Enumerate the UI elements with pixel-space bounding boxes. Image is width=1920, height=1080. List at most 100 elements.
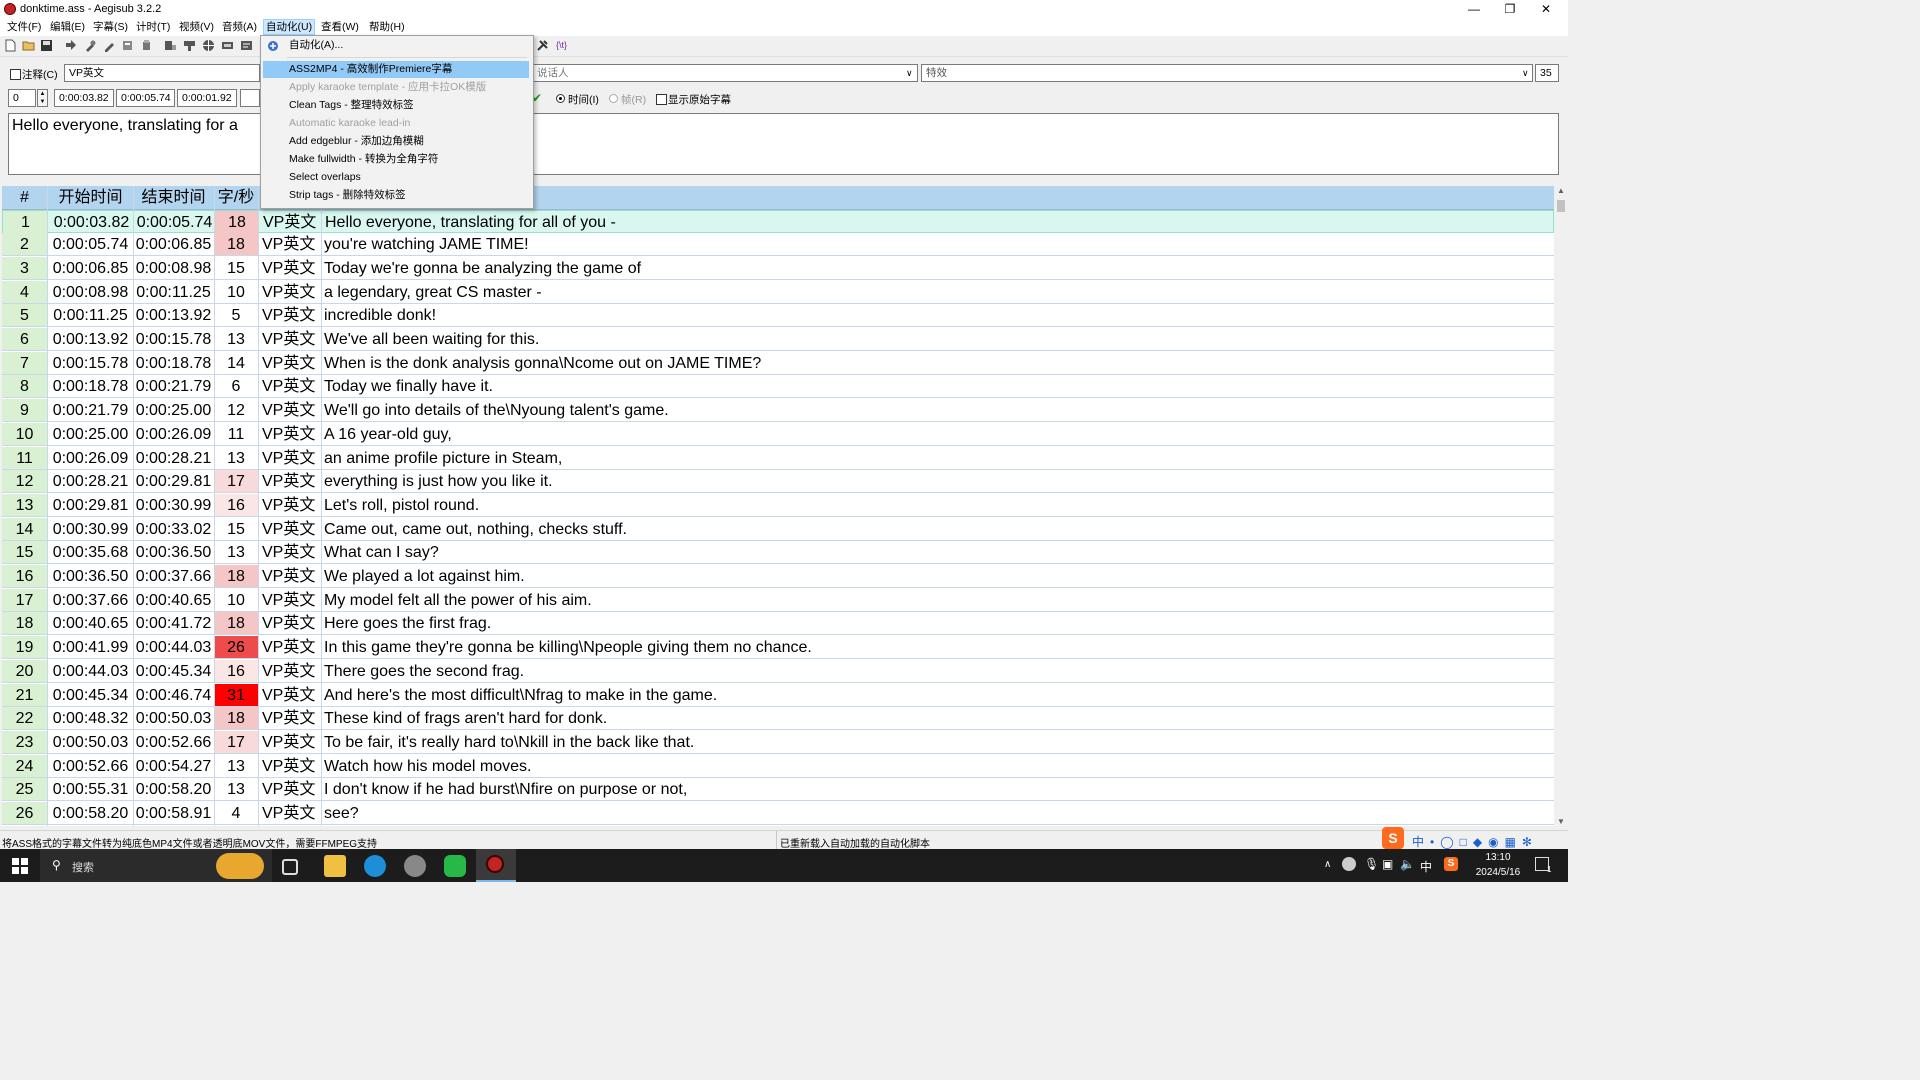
microphone-icon[interactable]: 🎙 xyxy=(1364,857,1379,871)
wechat-icon[interactable] xyxy=(444,855,466,877)
steam-tray-icon[interactable] xyxy=(1342,857,1356,871)
network-icon[interactable]: ▣ xyxy=(1382,857,1393,871)
table-row[interactable]: 23 0:00:50.03 0:00:52.66 17 VP英文 To be fair, … xyxy=(2,730,1554,754)
taskbar-search-box[interactable]: ⚲ 搜索 xyxy=(40,849,272,882)
table-row[interactable]: 16 0:00:36.50 0:00:37.66 18 VP英文 We played a … xyxy=(2,565,1554,588)
style-select[interactable]: VP英文 xyxy=(64,64,260,82)
start-time-field[interactable]: 0:00:03.82 xyxy=(54,89,114,107)
end-time-field[interactable]: 0:00:05.74 xyxy=(116,89,175,107)
table-row[interactable]: 26 0:00:58.20 0:00:58.91 4 VP英文 see? xyxy=(2,802,1554,825)
table-row[interactable]: 3 0:00:06.85 0:00:08.98 15 VP英文 Today we're g… xyxy=(2,256,1554,280)
table-row[interactable]: 9 0:00:21.79 0:00:25.00 12 VP英文 We'll go into… xyxy=(2,399,1554,423)
clock-time[interactable]: 13:10 xyxy=(1470,852,1526,863)
menu-item-apply-karaoke-template[interactable]: Apply karaoke template - 应用卡拉OK模版 xyxy=(263,79,529,96)
table-row[interactable]: 2 0:00:05.74 0:00:06.85 18 VP英文 you're watchi… xyxy=(2,233,1554,257)
table-row[interactable]: 4 0:00:08.98 0:00:11.25 10 VP英文 a legendary, … xyxy=(2,280,1554,304)
menu-edit[interactable]: 编辑(E) xyxy=(48,20,87,34)
chevron-down-icon[interactable]: ∨ xyxy=(906,68,913,79)
automation-tool-icon[interactable] xyxy=(536,39,549,52)
margin-left-field[interactable] xyxy=(240,89,260,107)
table-row[interactable]: 11 0:00:26.09 0:00:28.21 13 VP英文 an anime pro… xyxy=(2,446,1554,470)
styles-manager-icon[interactable] xyxy=(164,39,177,52)
menu-video[interactable]: 视频(V) xyxy=(177,20,216,34)
duration-field[interactable]: 0:00:01.92 xyxy=(177,89,237,107)
scrollbar-thumb[interactable] xyxy=(1557,200,1565,212)
styling-assistant-icon[interactable] xyxy=(183,39,196,52)
scroll-up-arrow[interactable]: ▲ xyxy=(1554,186,1568,195)
frame-radio[interactable] xyxy=(609,94,618,103)
layer-field[interactable]: 0 xyxy=(8,89,36,107)
tool-wrench-icon[interactable] xyxy=(84,39,97,52)
aegisub-taskbar-button[interactable] xyxy=(476,849,516,882)
menu-item-automation-manager[interactable]: 自动化(A)... xyxy=(263,37,529,54)
sogou-tray-icon[interactable]: S xyxy=(1444,857,1458,871)
menu-item-add-edgeblur[interactable]: Add edgeblur - 添加边角模糊 xyxy=(263,133,529,150)
clock-date[interactable]: 2024/5/16 xyxy=(1466,867,1530,878)
chevron-down-icon[interactable]: ∨ xyxy=(1522,68,1529,79)
actor-field[interactable]: 说话人 xyxy=(532,64,918,82)
time-radio[interactable] xyxy=(556,94,565,103)
volume-icon[interactable]: 🔈 xyxy=(1400,857,1415,871)
comment-checkbox[interactable] xyxy=(10,69,21,80)
table-row[interactable]: 25 0:00:55.31 0:00:58.20 13 VP英文 I don't know… xyxy=(2,778,1554,802)
table-row[interactable]: 7 0:00:15.78 0:00:18.78 14 VP英文 When is the d… xyxy=(2,351,1554,375)
scroll-down-arrow[interactable]: ▼ xyxy=(1554,817,1568,826)
menu-subtitle[interactable]: 字幕(S) xyxy=(91,20,130,34)
table-row[interactable]: 21 0:00:45.34 0:00:46.74 31 VP英文 And here's t… xyxy=(2,683,1554,707)
jump-icon[interactable] xyxy=(64,39,77,52)
menu-audio[interactable]: 音频(A) xyxy=(220,20,259,34)
table-row[interactable]: 22 0:00:48.32 0:00:50.03 18 VP英文 These kind o… xyxy=(2,707,1554,731)
show-original-checkbox[interactable] xyxy=(656,94,667,105)
attachments-icon[interactable] xyxy=(140,39,153,52)
timing-post-processor-icon[interactable] xyxy=(240,39,253,52)
override-tag-icon[interactable]: {\t} xyxy=(556,39,569,52)
menu-timing[interactable]: 计时(T) xyxy=(134,20,172,34)
menu-item-strip-tags[interactable]: Strip tags - 删除特效标签 xyxy=(263,187,529,204)
table-row[interactable]: 14 0:00:30.99 0:00:33.02 15 VP英文 Came out, ca… xyxy=(2,517,1554,541)
table-row[interactable]: 18 0:00:40.65 0:00:41.72 18 VP英文 Here goes th… xyxy=(2,612,1554,636)
table-row[interactable]: 12 0:00:28.21 0:00:29.81 17 VP英文 everything i… xyxy=(2,470,1554,494)
table-row[interactable]: 24 0:00:52.66 0:00:54.27 13 VP英文 Watch how hi… xyxy=(2,754,1554,778)
subtitle-text-editor[interactable]: Hello everyone, translating for a xyxy=(8,113,1559,175)
open-file-icon[interactable] xyxy=(22,39,35,52)
steam-icon[interactable] xyxy=(404,855,426,877)
table-row[interactable]: 13 0:00:29.81 0:00:30.99 16 VP英文 Let's roll, … xyxy=(2,493,1554,517)
maximize-button[interactable]: ❐ xyxy=(1492,0,1528,18)
menu-item-ass2mp4[interactable]: ASS2MP4 - 高效制作Premiere字幕 xyxy=(263,61,529,78)
chevron-up-icon[interactable]: ∧ xyxy=(1324,859,1331,870)
menu-file[interactable]: 文件(F) xyxy=(5,20,43,34)
close-button[interactable]: ✕ xyxy=(1528,0,1564,18)
menu-item-karaoke-lead-in[interactable]: Automatic karaoke lead-in xyxy=(263,115,529,132)
properties-icon[interactable] xyxy=(121,39,134,52)
task-view-icon[interactable] xyxy=(282,859,298,875)
table-row[interactable]: 20 0:00:44.03 0:00:45.34 16 VP英文 There goes t… xyxy=(2,659,1554,683)
table-row[interactable]: 17 0:00:37.66 0:00:40.65 10 VP英文 My model fel… xyxy=(2,588,1554,612)
table-row[interactable]: 19 0:00:41.99 0:00:44.03 26 VP英文 In this game… xyxy=(2,636,1554,660)
table-row[interactable]: 10 0:00:25.00 0:00:26.09 11 VP英文 A 16 year-ol… xyxy=(2,422,1554,446)
table-row[interactable]: 5 0:00:11.25 0:00:13.92 5 VP英文 incredible don… xyxy=(2,304,1554,328)
grid-scrollbar[interactable]: ▲ ▼ xyxy=(1554,186,1568,826)
ime-indicator[interactable]: 中 xyxy=(1420,858,1432,875)
table-row[interactable]: 6 0:00:13.92 0:00:15.78 13 VP英文 We've all bee… xyxy=(2,328,1554,351)
tool-pen-icon[interactable] xyxy=(103,39,116,52)
effect-field[interactable]: 特效 xyxy=(921,64,1533,82)
menu-help[interactable]: 帮助(H) xyxy=(367,20,407,34)
layer-spin-button[interactable]: ▲ ▼ xyxy=(37,89,48,107)
file-explorer-icon[interactable] xyxy=(324,855,346,877)
menu-item-make-fullwidth[interactable]: Make fullwidth - 转换为全角字符 xyxy=(263,151,529,168)
margin-field[interactable]: 35 xyxy=(1535,64,1559,82)
sogou-ime-icon[interactable]: S xyxy=(1382,827,1404,849)
save-icon[interactable] xyxy=(40,39,53,52)
table-row[interactable]: 15 0:00:35.68 0:00:36.50 13 VP英文 What can I s… xyxy=(2,541,1554,565)
translation-assistant-icon[interactable] xyxy=(202,39,215,52)
ime-toolbar-icons[interactable]: 中•◯□◆◉▦✻ xyxy=(1412,833,1538,850)
new-file-icon[interactable] xyxy=(4,39,17,52)
windows-start-icon[interactable] xyxy=(12,858,28,874)
menu-item-select-overlaps[interactable]: Select overlaps xyxy=(263,169,529,186)
edge-browser-icon[interactable] xyxy=(364,855,386,877)
menu-view[interactable]: 查看(W) xyxy=(319,20,361,34)
minimize-button[interactable]: — xyxy=(1456,0,1492,18)
menu-automation[interactable]: 自动化(U) xyxy=(263,19,316,35)
menu-item-clean-tags[interactable]: Clean Tags - 整理特效标签 xyxy=(263,97,529,114)
resample-icon[interactable] xyxy=(221,39,234,52)
